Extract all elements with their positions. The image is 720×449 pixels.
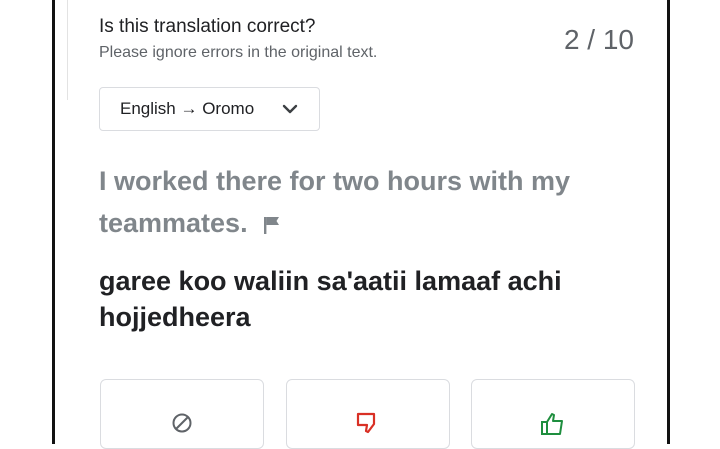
translation-text: garee koo waliin sa'aatii lamaaf achi ho… bbox=[99, 266, 562, 332]
source-sentence: I worked there for two hours with my tea… bbox=[99, 160, 619, 244]
skip-icon bbox=[172, 413, 192, 433]
divider bbox=[67, 0, 68, 100]
flag-icon[interactable] bbox=[262, 215, 282, 235]
question-title: Is this translation correct? bbox=[99, 16, 316, 37]
incorrect-button[interactable] bbox=[286, 379, 450, 449]
language-pair-label: English → Oromo bbox=[120, 99, 255, 118]
thumbs-up-icon bbox=[541, 413, 563, 435]
language-pair-select[interactable]: English → Oromo bbox=[99, 87, 320, 131]
page: Is this translation correct? Please igno… bbox=[0, 0, 720, 449]
source-text: I worked there for two hours with my tea… bbox=[99, 166, 571, 238]
chevron-down-icon bbox=[282, 104, 298, 114]
thumbs-down-icon bbox=[356, 412, 376, 434]
correct-button[interactable] bbox=[471, 379, 635, 449]
progress-counter: 2 / 10 bbox=[563, 24, 634, 55]
skip-button[interactable] bbox=[100, 379, 264, 449]
question-subtitle: Please ignore errors in the original tex… bbox=[99, 44, 378, 61]
